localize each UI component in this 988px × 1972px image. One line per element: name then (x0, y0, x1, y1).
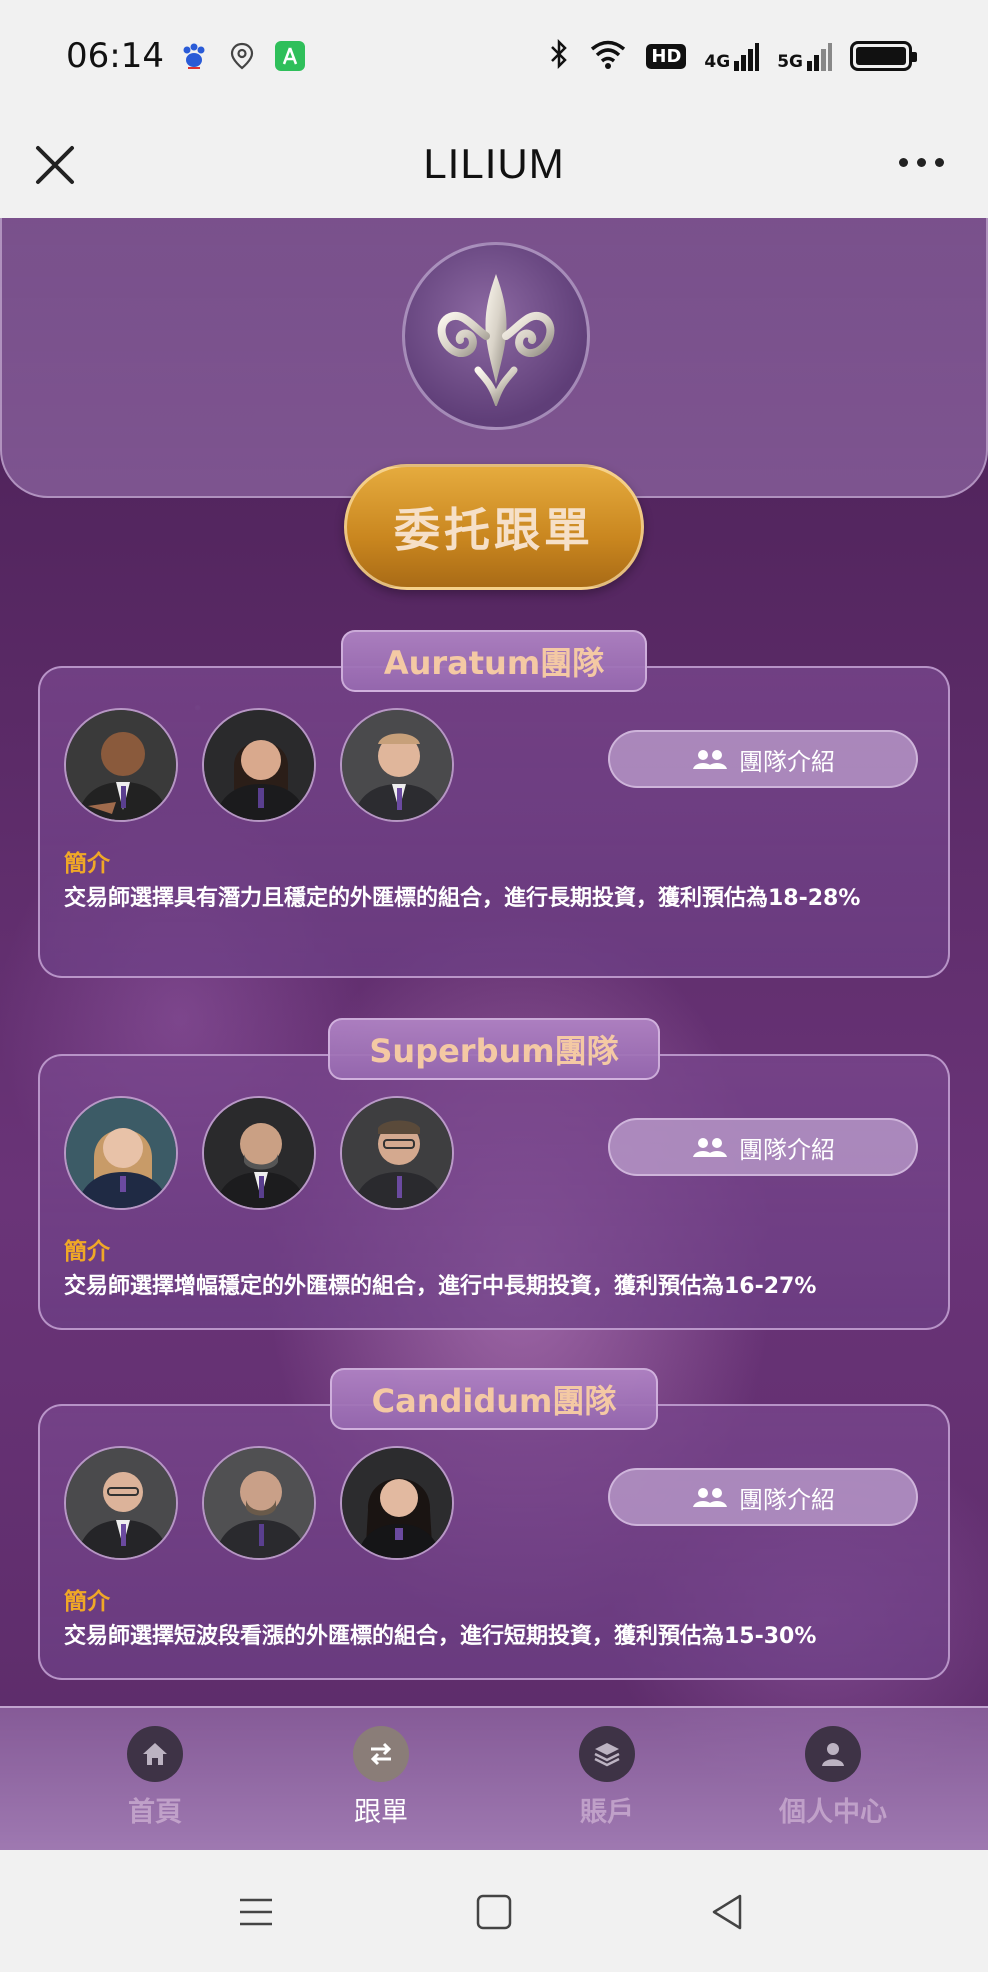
network-4g-label: 4G (704, 52, 731, 72)
team-card-auratum: 團隊介紹 簡介 交易師選擇具有潛力且穩定的外匯標的組合，進行長期投資，獲利預估為… (38, 666, 950, 978)
users-icon (693, 1488, 727, 1507)
intro-description: 交易師選擇具有潛力且穩定的外匯標的組合，進行長期投資，獲利預估為18-28% (64, 886, 861, 911)
intro-heading: 簡介 (64, 1239, 110, 1265)
users-icon (693, 1138, 727, 1157)
team-title-auratum: Auratum團隊 (341, 630, 647, 692)
team-title-candidum: Candidum團隊 (330, 1368, 658, 1430)
menu-icon[interactable] (234, 1890, 278, 1934)
trader-avatar[interactable] (340, 708, 454, 822)
team-intro-label: 團隊介紹 (739, 1135, 835, 1164)
trader-avatar[interactable] (64, 1446, 178, 1560)
status-bar: 06:14 HD 4G 5G (0, 0, 988, 118)
lily-logo-icon (402, 242, 590, 430)
tab-label: 跟單 (354, 1797, 408, 1828)
trader-avatar[interactable] (64, 1096, 178, 1210)
system-navigation-bar (0, 1850, 988, 1972)
team-intro-label: 團隊介紹 (739, 1485, 835, 1514)
team-intro-button[interactable]: 團隊介紹 (608, 1118, 918, 1176)
intro-description: 交易師選擇增幅穩定的外匯標的組合，進行中長期投資，獲利預估為16-27% (64, 1274, 817, 1299)
home-square-icon[interactable] (472, 1890, 516, 1934)
network-5g-label: 5G (777, 52, 803, 72)
trader-avatar[interactable] (64, 708, 178, 822)
layers-icon (579, 1726, 635, 1782)
tab-account[interactable]: 賬戶 (537, 1726, 677, 1829)
trader-avatar[interactable] (340, 1446, 454, 1560)
swap-icon (353, 1726, 409, 1782)
trader-avatar[interactable] (202, 1446, 316, 1560)
bluetooth-icon (548, 38, 570, 74)
users-icon (693, 750, 727, 769)
tab-copy-trade[interactable]: 跟單 (311, 1726, 451, 1829)
tab-profile[interactable]: 個人中心 (763, 1726, 903, 1829)
home-icon (127, 1726, 183, 1782)
baidu-paw-icon (178, 40, 210, 72)
commission-copy-trade-button[interactable]: 委托跟單 (344, 464, 644, 590)
intro-heading: 簡介 (64, 1589, 110, 1615)
intro-description: 交易師選擇短波段看漲的外匯標的組合，進行短期投資，獲利預估為15-30% (64, 1624, 817, 1649)
bottom-tab-bar: 首頁 跟單 賬戶 個人中心 (0, 1706, 988, 1850)
location-icon (226, 40, 258, 72)
team-title-superbum: Superbum團隊 (328, 1018, 660, 1080)
intro-heading: 簡介 (64, 851, 110, 877)
tab-label: 個人中心 (779, 1797, 887, 1828)
signal-icon-4g: 4G (704, 41, 760, 72)
wifi-icon (588, 38, 628, 74)
team-intro-button[interactable]: 團隊介紹 (608, 1468, 918, 1526)
battery-icon (850, 41, 917, 71)
team-intro-label: 團隊介紹 (739, 747, 835, 776)
status-time: 06:14 (66, 36, 164, 76)
page-title: LILIUM (423, 140, 565, 187)
header-panel (0, 218, 988, 498)
title-bar: LILIUM (0, 118, 988, 218)
team-card-superbum: 團隊介紹 簡介 交易師選擇增幅穩定的外匯標的組合，進行中長期投資，獲利預估為16… (38, 1054, 950, 1330)
tab-label: 賬戶 (580, 1797, 634, 1828)
team-intro-button[interactable]: 團隊介紹 (608, 730, 918, 788)
trader-avatar[interactable] (340, 1096, 454, 1210)
green-app-icon (274, 40, 306, 72)
user-icon (805, 1726, 861, 1782)
tab-label: 首頁 (128, 1797, 182, 1828)
main-content: 委托跟單 團隊介紹 簡介 交易師選擇具有潛力且穩定的外匯標的組合，進行長期投資，… (0, 218, 988, 1850)
hd-badge: HD (646, 43, 687, 69)
team-card-candidum: 團隊介紹 簡介 交易師選擇短波段看漲的外匯標的組合，進行短期投資，獲利預估為15… (38, 1404, 950, 1680)
trader-avatar[interactable] (202, 1096, 316, 1210)
trader-avatar[interactable] (202, 708, 316, 822)
signal-icon-5g: 5G (777, 41, 832, 71)
back-icon[interactable] (706, 1890, 750, 1934)
tab-home[interactable]: 首頁 (85, 1726, 225, 1829)
more-options-icon[interactable] (899, 158, 944, 167)
